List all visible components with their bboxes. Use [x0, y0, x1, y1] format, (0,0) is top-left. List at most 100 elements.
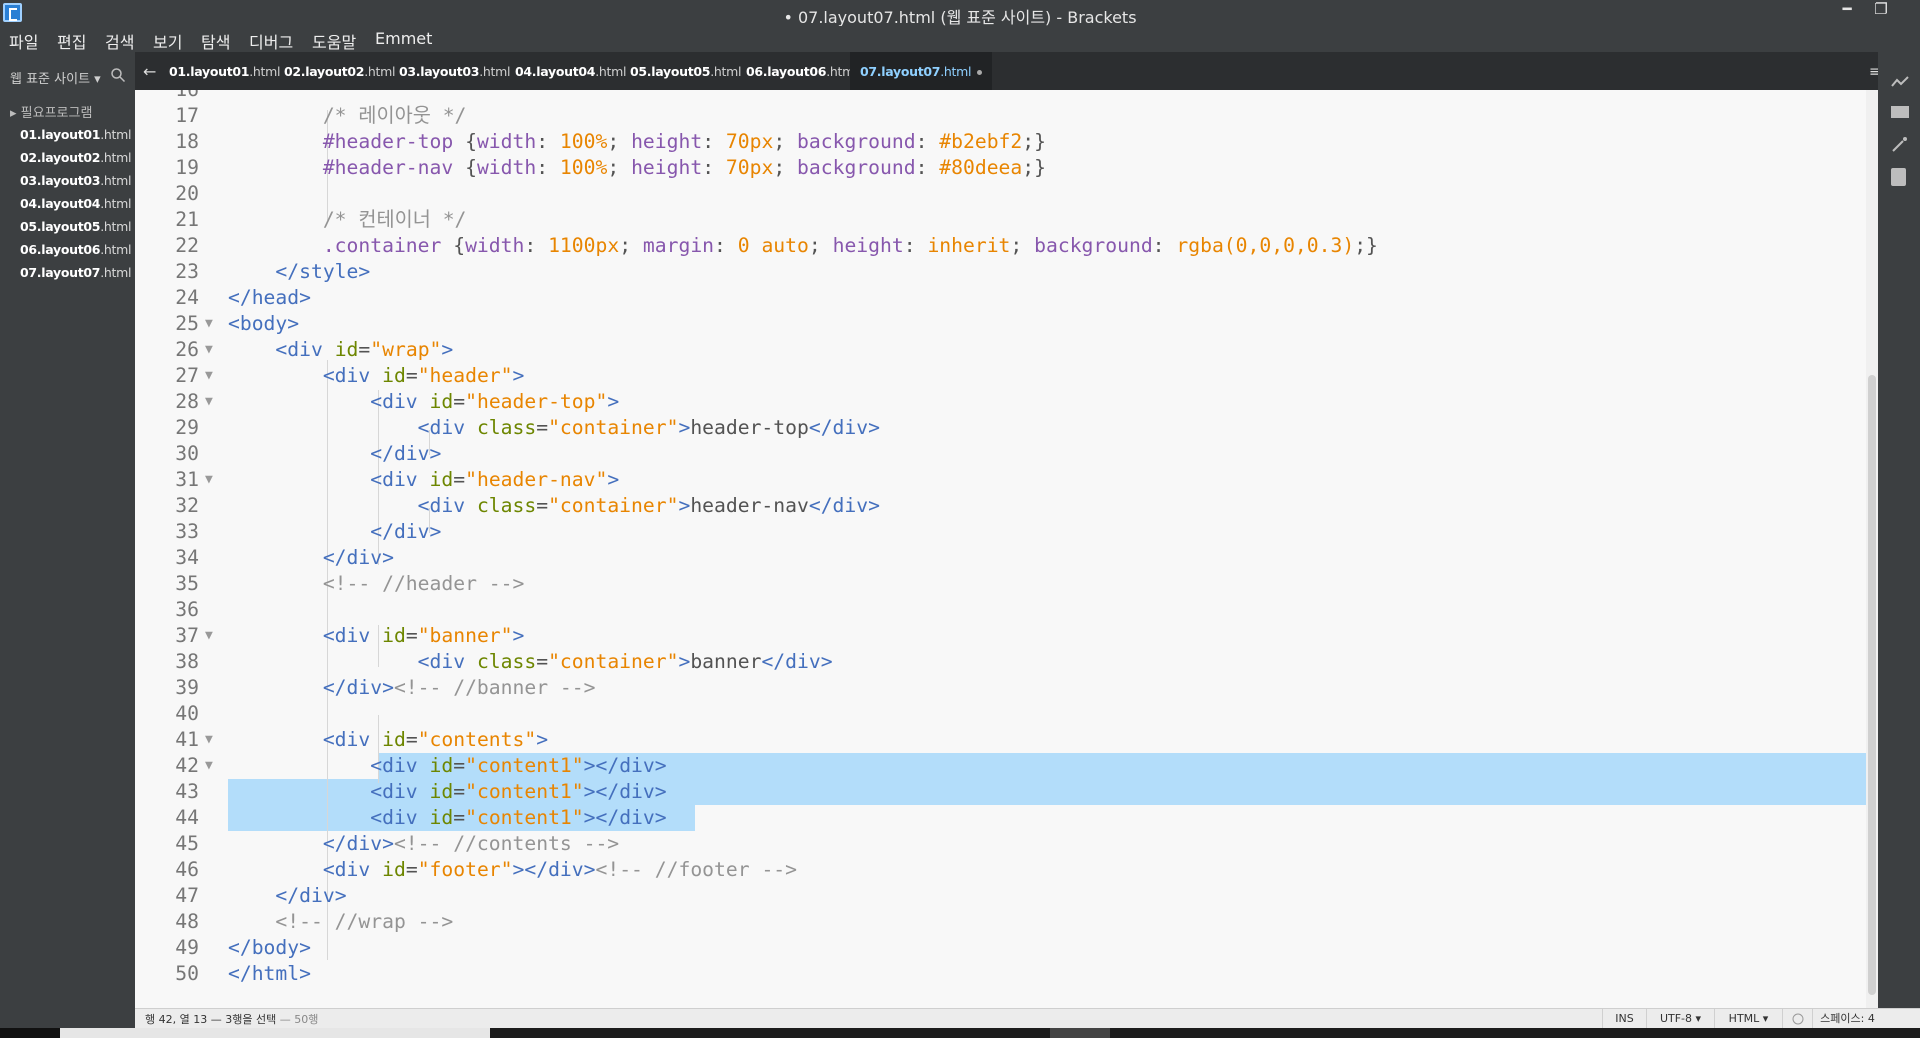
file-item-04[interactable]: 04.layout04.html	[20, 196, 131, 211]
code-line[interactable]: 32 <div class="container">header-nav</di…	[135, 493, 1878, 519]
code-line[interactable]: 34 </div>	[135, 545, 1878, 571]
file-item-07[interactable]: 07.layout07.html	[20, 265, 131, 280]
code-line[interactable]: 27 ▼ <div id="header">	[135, 363, 1878, 389]
menu-emmet[interactable]: Emmet	[375, 29, 432, 48]
language-select[interactable]: HTML ▾	[1714, 1009, 1782, 1029]
menu-bar: 파일 편집 검색 보기 탐색 디버그 도움말 Emmet	[0, 26, 1920, 52]
fold-toggle-icon[interactable]: ▼	[205, 363, 213, 389]
line-code: #header-nav {width: 100%; height: 70px; …	[322, 156, 1046, 179]
line-number: 34	[175, 546, 199, 569]
fold-toggle-icon[interactable]: ▼	[205, 389, 213, 415]
code-editor[interactable]: 1617 /* 레이아웃 */18 #header-top {width: 10…	[135, 90, 1878, 1008]
encoding-select[interactable]: UTF-8 ▾	[1646, 1009, 1714, 1029]
fold-toggle-icon[interactable]: ▼	[205, 727, 213, 753]
file-ext: .html	[100, 150, 132, 165]
code-line[interactable]: 21 /* 컨테이너 */	[135, 207, 1878, 233]
menu-view[interactable]: 보기	[153, 29, 182, 53]
fold-toggle-icon[interactable]: ▼	[205, 467, 213, 493]
line-code: /* 컨테이너 */	[322, 208, 467, 231]
code-line[interactable]: 31 ▼ <div id="header-nav">	[135, 467, 1878, 493]
search-icon[interactable]	[110, 67, 126, 83]
restore-button[interactable]: ❐	[1866, 0, 1896, 22]
tab-ext: .html	[710, 64, 742, 79]
code-line[interactable]: 49 </body>	[135, 935, 1878, 961]
code-line[interactable]: 40	[135, 701, 1878, 727]
tab-04[interactable]: 04.layout04.html	[515, 52, 626, 90]
menu-file[interactable]: 파일	[9, 29, 38, 53]
code-line[interactable]: 35 <!-- //header -->	[135, 571, 1878, 597]
tab-05[interactable]: 05.layout05.html	[630, 52, 741, 90]
code-line[interactable]: 44 <div id="content1"></div>	[135, 805, 1878, 831]
code-line[interactable]: 39 </div><!-- //banner -->	[135, 675, 1878, 701]
code-line[interactable]: 26 ▼ <div id="wrap">	[135, 337, 1878, 363]
back-arrow-icon[interactable]: ←	[143, 52, 156, 90]
code-line[interactable]: 16	[135, 90, 1878, 103]
file-name: 02.layout02	[20, 150, 101, 165]
code-line[interactable]: 50 </html>	[135, 961, 1878, 987]
fold-toggle-icon[interactable]: ▼	[205, 337, 213, 363]
file-item-01[interactable]: 01.layout01.html	[20, 127, 131, 142]
line-code: <div id="header-nav">	[370, 468, 620, 491]
code-line[interactable]: 22 .container {width: 1100px; margin: 0 …	[135, 233, 1878, 259]
book-icon[interactable]	[1891, 168, 1906, 186]
file-item-03[interactable]: 03.layout03.html	[20, 173, 131, 188]
tab-06[interactable]: 06.layout06.html	[746, 52, 857, 90]
tab-07-active[interactable]: 07.layout07.html	[850, 52, 993, 90]
extension-manager-icon[interactable]	[1891, 106, 1909, 118]
tab-01[interactable]: 01.layout01.html	[169, 52, 280, 90]
fold-toggle-icon[interactable]: ▼	[205, 623, 213, 649]
code-line[interactable]: 42 ▼ <div id="content1"></div>	[135, 753, 1878, 779]
line-code: <div class="container">header-top</div>	[417, 416, 880, 439]
code-line[interactable]: 17 /* 레이아웃 */	[135, 103, 1878, 129]
code-line[interactable]: 47 </div>	[135, 883, 1878, 909]
code-line[interactable]: 33 </div>	[135, 519, 1878, 545]
code-line[interactable]: 36	[135, 597, 1878, 623]
indent-spaces[interactable]: 스페이스: 4	[1812, 1009, 1882, 1029]
ins-mode[interactable]: INS	[1602, 1009, 1646, 1029]
menu-help[interactable]: 도움말	[312, 29, 356, 53]
fold-toggle-icon[interactable]: ▼	[205, 753, 213, 779]
menu-debug[interactable]: 디버그	[249, 29, 293, 53]
code-line[interactable]: 41 ▼ <div id="contents">	[135, 727, 1878, 753]
file-item-02[interactable]: 02.layout02.html	[20, 150, 131, 165]
code-line[interactable]: 38 <div class="container">banner</div>	[135, 649, 1878, 675]
code-line[interactable]: 43 <div id="content1"></div>	[135, 779, 1878, 805]
menu-edit[interactable]: 편집	[57, 29, 86, 53]
vertical-scrollbar[interactable]	[1866, 90, 1878, 1008]
code-line[interactable]: 18 #header-top {width: 100%; height: 70p…	[135, 129, 1878, 155]
line-code: </div>	[370, 520, 442, 543]
line-number: 26	[175, 338, 199, 361]
file-item-06[interactable]: 06.layout06.html	[20, 242, 131, 257]
code-line[interactable]: 30 </div>	[135, 441, 1878, 467]
menu-navigate[interactable]: 탐색	[201, 29, 230, 53]
code-line[interactable]: 45 </div><!-- //contents -->	[135, 831, 1878, 857]
tab-02[interactable]: 02.layout02.html	[284, 52, 395, 90]
code-line[interactable]: 37 ▼ <div id="banner">	[135, 623, 1878, 649]
line-code: </style>	[275, 260, 371, 283]
file-name: 01.layout01	[20, 127, 101, 142]
taskbar-start[interactable]	[0, 1028, 60, 1038]
fold-toggle-icon[interactable]: ▼	[205, 311, 213, 337]
code-line[interactable]: 29 <div class="container">header-top</di…	[135, 415, 1878, 441]
minimize-button[interactable]: ━	[1832, 0, 1862, 22]
taskbar-app[interactable]	[1050, 1028, 1110, 1038]
code-line[interactable]: 28 ▼ <div id="header-top">	[135, 389, 1878, 415]
linter-status-icon[interactable]	[1782, 1009, 1812, 1029]
scrollbar-thumb[interactable]	[1868, 375, 1876, 995]
taskbar-search[interactable]	[60, 1028, 490, 1038]
code-line[interactable]: 46 <div id="footer"></div><!-- //footer …	[135, 857, 1878, 883]
project-dropdown[interactable]: 웹 표준 사이트 ▾	[10, 68, 101, 87]
code-line[interactable]: 24 </head>	[135, 285, 1878, 311]
code-line[interactable]: 19 #header-nav {width: 100%; height: 70p…	[135, 155, 1878, 181]
magic-wand-icon[interactable]	[1891, 136, 1909, 152]
code-line[interactable]: 23 </style>	[135, 259, 1878, 285]
code-line[interactable]: 48 <!-- //wrap -->	[135, 909, 1878, 935]
code-line[interactable]: 20	[135, 181, 1878, 207]
live-preview-icon[interactable]	[1891, 74, 1909, 90]
folder-item[interactable]: ▸ 필요프로그램	[10, 102, 92, 121]
menu-find[interactable]: 검색	[105, 29, 134, 53]
line-code: </div><!-- //contents -->	[322, 832, 620, 855]
file-item-05[interactable]: 05.layout05.html	[20, 219, 131, 234]
tab-03[interactable]: 03.layout03.html	[399, 52, 510, 90]
code-line[interactable]: 25 ▼ <body>	[135, 311, 1878, 337]
